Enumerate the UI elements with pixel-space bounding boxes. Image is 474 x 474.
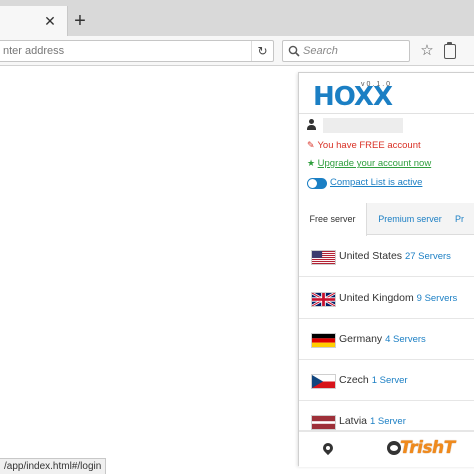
address-input[interactable] (0, 41, 247, 61)
server-count: 1 Server (369, 416, 406, 427)
compact-row: Compact List is active (307, 176, 422, 190)
search-bar (282, 40, 410, 62)
server-count: 9 Servers (416, 293, 458, 304)
tab-free-server[interactable]: Free server (299, 203, 367, 236)
account-status-text: You have FREE account (317, 140, 421, 151)
lv-flag-icon (311, 415, 336, 430)
search-icon (288, 45, 300, 57)
tab-more[interactable]: Pr (455, 203, 474, 235)
server-count: 1 Server (371, 375, 408, 386)
tab-premium-server[interactable]: Premium server (369, 203, 451, 235)
browser-window: ✕ + ↻ ☆ HOXX v0.1.0 ✎ You have FRE (0, 0, 474, 474)
server-country: Latvia 1 Server (339, 415, 406, 427)
search-input[interactable] (303, 41, 407, 61)
server-row-cz[interactable]: Czech 1 Server (299, 360, 474, 401)
server-row-uk[interactable]: United Kingdom 9 Servers (299, 278, 474, 319)
server-row-us[interactable]: United States 27 Servers (299, 236, 474, 277)
account-status-row: ✎ You have FREE account (307, 138, 421, 152)
upgrade-link[interactable]: Upgrade your account now (318, 158, 432, 169)
warning-icon: ✎ (307, 140, 315, 150)
address-bar: ↻ (0, 40, 274, 62)
de-flag-icon (311, 333, 336, 348)
tab-strip: ✕ + (0, 0, 474, 36)
reload-icon[interactable]: ↻ (251, 41, 273, 61)
clipboard-icon[interactable] (444, 42, 456, 59)
server-country: United States 27 Servers (339, 250, 451, 262)
username-field (323, 118, 403, 133)
us-flag-icon (311, 250, 336, 265)
location-pin-icon[interactable] (323, 443, 333, 455)
star-icon[interactable]: ☆ (418, 42, 436, 60)
watermark: TrishT (400, 438, 455, 458)
server-country: Czech 1 Server (339, 374, 408, 386)
server-row-de[interactable]: Germany 4 Servers (299, 319, 474, 360)
server-row-lv[interactable]: Latvia 1 Server (299, 401, 474, 431)
server-count: 4 Servers (385, 334, 426, 345)
hoxx-popup: HOXX v0.1.0 ✎ You have FREE account ★ Up… (298, 72, 474, 467)
face-icon[interactable] (387, 441, 401, 455)
user-icon (307, 119, 316, 130)
compact-link[interactable]: Compact List is active (330, 177, 422, 188)
server-country: Germany 4 Servers (339, 333, 426, 345)
plus-icon[interactable]: + (70, 11, 90, 32)
status-bar-url: /app/index.html#/login (0, 458, 107, 474)
hoxx-logo: HOXX v0.1.0 (313, 80, 403, 114)
tab-current[interactable]: ✕ (0, 6, 68, 36)
uk-flag-icon (311, 292, 336, 307)
cz-flag-icon (311, 374, 336, 389)
compact-toggle[interactable] (307, 177, 327, 189)
upgrade-row: ★ Upgrade your account now (307, 156, 431, 170)
server-country: United Kingdom 9 Servers (339, 292, 458, 304)
star-icon: ★ (307, 158, 316, 168)
navigation-bar: ↻ ☆ (0, 36, 474, 66)
divider (299, 113, 474, 114)
server-count: 27 Servers (404, 251, 451, 262)
version-label: v0.1.0 (361, 81, 393, 88)
close-icon[interactable]: ✕ (42, 13, 58, 29)
server-tabs: Free server Premium server Pr (299, 203, 474, 236)
